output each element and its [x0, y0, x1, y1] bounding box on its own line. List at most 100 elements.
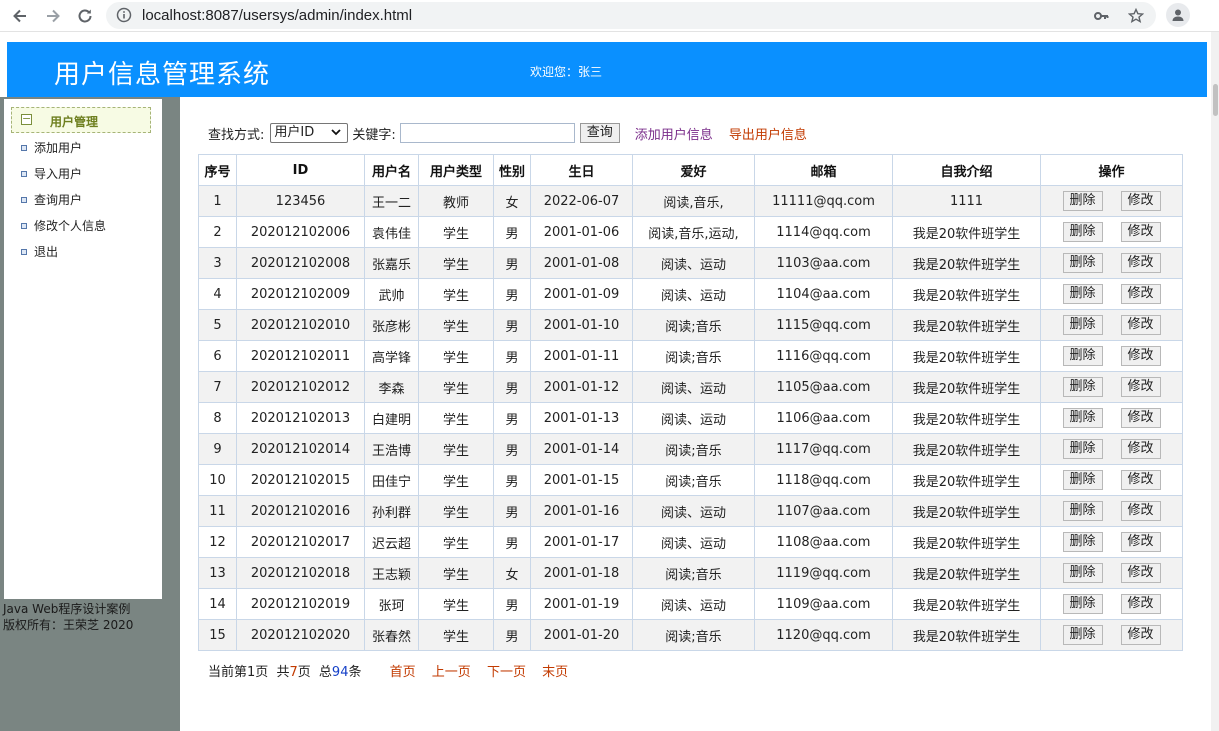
cell-hobbies: 阅读;音乐 — [632, 433, 755, 465]
collapse-icon[interactable]: − — [21, 113, 32, 125]
edit-button[interactable]: 修改 — [1120, 253, 1161, 273]
delete-button[interactable]: 删除 — [1062, 253, 1103, 273]
delete-button[interactable]: 删除 — [1062, 408, 1103, 428]
cell-user-type: 学生 — [418, 588, 494, 620]
delete-button[interactable]: 删除 — [1062, 501, 1103, 521]
reload-icon[interactable] — [73, 4, 97, 28]
cell-birthday: 2001-01-08 — [530, 247, 633, 279]
delete-button[interactable]: 删除 — [1062, 315, 1103, 335]
url-text[interactable]: localhost:8087/usersys/admin/index.html — [142, 7, 412, 24]
cell-id: 202012102018 — [236, 557, 365, 589]
app-title: 用户信息管理系统 — [54, 60, 271, 90]
table-header-row: 序号 ID 用户名 用户类型 性别 生日 爱好 邮箱 自我介绍 操作 — [198, 154, 1183, 186]
pager-total-suffix: 页 — [297, 665, 311, 680]
delete-button[interactable]: 删除 — [1062, 532, 1103, 552]
edit-button[interactable]: 修改 — [1120, 470, 1161, 490]
info-icon[interactable] — [116, 7, 132, 27]
key-icon[interactable] — [1093, 8, 1109, 28]
table-row: 8 202012102013 白建明 学生男 2001-01-13 阅读、运动 1106@a… — [198, 402, 1183, 434]
sidebar-item-import-user[interactable]: 导入用户 — [21, 165, 82, 182]
cell-index: 7 — [198, 371, 237, 403]
export-users-link[interactable]: 导出用户信息 — [729, 124, 807, 143]
cell-id: 202012102010 — [236, 309, 365, 341]
delete-button[interactable]: 删除 — [1062, 191, 1103, 211]
bullet-icon — [21, 248, 27, 255]
cell-index: 6 — [198, 340, 237, 372]
delete-button[interactable]: 删除 — [1062, 594, 1103, 614]
cell-intro: 我是20软件班学生 — [892, 216, 1041, 248]
scrollbar-thumb[interactable] — [1213, 84, 1218, 116]
sidebar-item-edit-profile[interactable]: 修改个人信息 — [21, 217, 106, 234]
edit-button[interactable]: 修改 — [1120, 408, 1161, 428]
cell-hobbies: 阅读;音乐 — [632, 619, 755, 651]
cell-username: 高学锋 — [364, 340, 419, 372]
edit-button[interactable]: 修改 — [1120, 563, 1161, 583]
chevron-down-icon — [330, 126, 342, 144]
search-mode-select[interactable]: 用户ID — [270, 123, 349, 144]
cell-username: 田佳宁 — [364, 464, 419, 496]
keyword-input[interactable] — [399, 123, 575, 143]
cell-intro: 我是20软件班学生 — [892, 433, 1041, 465]
edit-button[interactable]: 修改 — [1120, 501, 1161, 521]
cell-hobbies: 阅读、运动 — [632, 247, 755, 279]
cell-actions: 删除 修改 — [1040, 309, 1183, 341]
sidebar-item-label: 导入用户 — [34, 167, 83, 181]
delete-button[interactable]: 删除 — [1062, 563, 1103, 583]
delete-button[interactable]: 删除 — [1062, 439, 1103, 459]
table-row: 11 202012102016 孙利群 学生男 2001-01-16 阅读、运动 1107@… — [198, 495, 1183, 527]
cell-birthday: 2022-06-07 — [530, 185, 633, 217]
back-arrow-icon[interactable] — [8, 4, 32, 28]
edit-button[interactable]: 修改 — [1120, 284, 1161, 304]
cell-email: 1115@qq.com — [754, 309, 893, 341]
sidebar-item-add-user[interactable]: 添加用户 — [21, 139, 82, 156]
edit-button[interactable]: 修改 — [1120, 377, 1161, 397]
delete-button[interactable]: 删除 — [1062, 284, 1103, 304]
delete-button[interactable]: 删除 — [1062, 625, 1103, 645]
forward-arrow-icon[interactable] — [41, 4, 65, 28]
cell-hobbies: 阅读,音乐,运动, — [632, 216, 755, 248]
edit-button[interactable]: 修改 — [1120, 625, 1161, 645]
table-row: 1 123456 王一二 教师女 2022-06-07 阅读,音乐, 11111@qq.co… — [198, 185, 1183, 217]
cell-birthday: 2001-01-15 — [530, 464, 633, 496]
cell-gender: 男 — [493, 340, 531, 372]
edit-button[interactable]: 修改 — [1120, 346, 1161, 366]
cell-birthday: 2001-01-11 — [530, 340, 633, 372]
pager-first-link[interactable]: 首页 — [390, 665, 416, 680]
profile-icon[interactable] — [1166, 3, 1190, 27]
edit-button[interactable]: 修改 — [1120, 191, 1161, 211]
sidebar-group-user-management[interactable]: − 用户管理 — [11, 107, 151, 133]
sidebar-item-query-user[interactable]: 查询用户 — [21, 191, 82, 208]
add-user-link[interactable]: 添加用户信息 — [635, 124, 713, 143]
edit-button[interactable]: 修改 — [1120, 439, 1161, 459]
cell-index: 8 — [198, 402, 237, 434]
cell-actions: 删除 修改 — [1040, 247, 1183, 279]
query-button[interactable]: 查询 — [579, 123, 620, 143]
cell-user-type: 学生 — [418, 278, 494, 310]
pager-prev-link[interactable]: 上一页 — [432, 665, 471, 680]
edit-button[interactable]: 修改 — [1120, 532, 1161, 552]
cell-actions: 删除 修改 — [1040, 526, 1183, 558]
page-scrollbar[interactable] — [1211, 32, 1219, 731]
edit-button[interactable]: 修改 — [1120, 222, 1161, 242]
star-icon[interactable] — [1127, 7, 1145, 28]
edit-button[interactable]: 修改 — [1120, 315, 1161, 335]
cell-username: 王志颖 — [364, 557, 419, 589]
cell-email: 1119@qq.com — [754, 557, 893, 589]
pager-next-link[interactable]: 下一页 — [487, 665, 526, 680]
search-mode-label: 查找方式: — [208, 127, 265, 143]
delete-button[interactable]: 删除 — [1062, 346, 1103, 366]
cell-gender: 男 — [493, 588, 531, 620]
cell-actions: 删除 修改 — [1040, 495, 1183, 527]
cell-index: 2 — [198, 216, 237, 248]
address-bar[interactable]: localhost:8087/usersys/admin/index.html — [106, 2, 1156, 29]
pager-last-link[interactable]: 末页 — [542, 665, 568, 680]
delete-button[interactable]: 删除 — [1062, 470, 1103, 490]
cell-username: 王一二 — [364, 185, 419, 217]
sidebar-item-logout[interactable]: 退出 — [21, 243, 58, 260]
delete-button[interactable]: 删除 — [1062, 377, 1103, 397]
cell-id: 202012102008 — [236, 247, 365, 279]
search-bar: 查找方式: 用户ID 关键字: 查询 添加用户信息 导出用户信息 — [208, 122, 807, 144]
cell-intro: 我是20软件班学生 — [892, 557, 1041, 589]
delete-button[interactable]: 删除 — [1062, 222, 1103, 242]
edit-button[interactable]: 修改 — [1120, 594, 1161, 614]
